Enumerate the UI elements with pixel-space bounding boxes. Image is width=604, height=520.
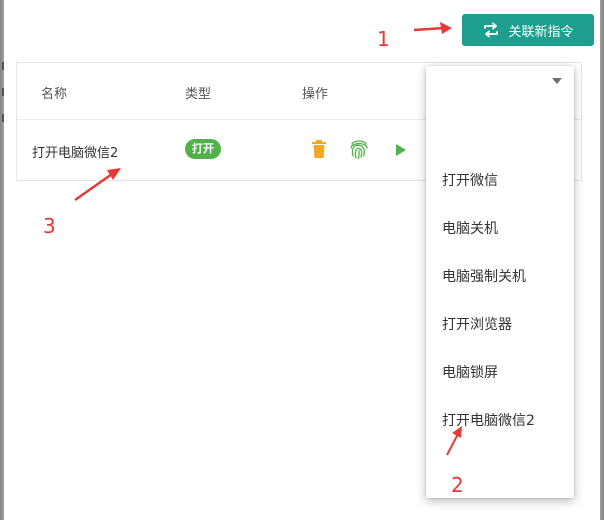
chevron-down-icon[interactable]: [552, 78, 562, 84]
column-header-type: 类型: [185, 87, 212, 102]
dropdown-item[interactable]: 电脑强制关机: [442, 266, 526, 286]
annotation-label: 2: [451, 473, 464, 497]
annotation-label: 1: [377, 27, 390, 51]
column-header-name: 名称: [41, 87, 68, 102]
dropdown-item[interactable]: 打开电脑微信2: [442, 410, 535, 430]
dropdown-item[interactable]: 电脑关机: [442, 218, 498, 238]
link-new-command-label: 关联新指令: [508, 24, 574, 40]
dropdown-item[interactable]: 打开浏览器: [442, 314, 512, 334]
command-dropdown[interactable]: 打开微信 电脑关机 电脑强制关机 打开浏览器 电脑锁屏 打开电脑微信2: [426, 66, 574, 498]
trash-icon[interactable]: [311, 139, 327, 163]
dropdown-item[interactable]: 打开微信: [442, 170, 498, 190]
annotation-label: 3: [43, 214, 56, 238]
dialog-right-edge: [600, 0, 602, 520]
command-name: 打开电脑微信2: [32, 146, 119, 161]
edge-marker: [2, 62, 4, 70]
edge-marker: [2, 114, 4, 122]
column-header-actions: 操作: [302, 87, 329, 102]
type-tag: 打开: [185, 139, 221, 159]
link-new-command-button[interactable]: 关联新指令: [462, 14, 594, 46]
dialog-left-edge: [2, 0, 4, 520]
dialog: 关联新指令 名称 类型 操作 打开电脑微信2 打开 打开微信 电脑关机 电脑强制…: [2, 0, 602, 520]
repeat-arrows-icon: [482, 21, 500, 39]
fingerprint-icon[interactable]: [349, 138, 369, 164]
edge-marker: [2, 88, 4, 96]
play-icon[interactable]: [395, 142, 407, 161]
dropdown-item[interactable]: 电脑锁屏: [442, 362, 498, 382]
